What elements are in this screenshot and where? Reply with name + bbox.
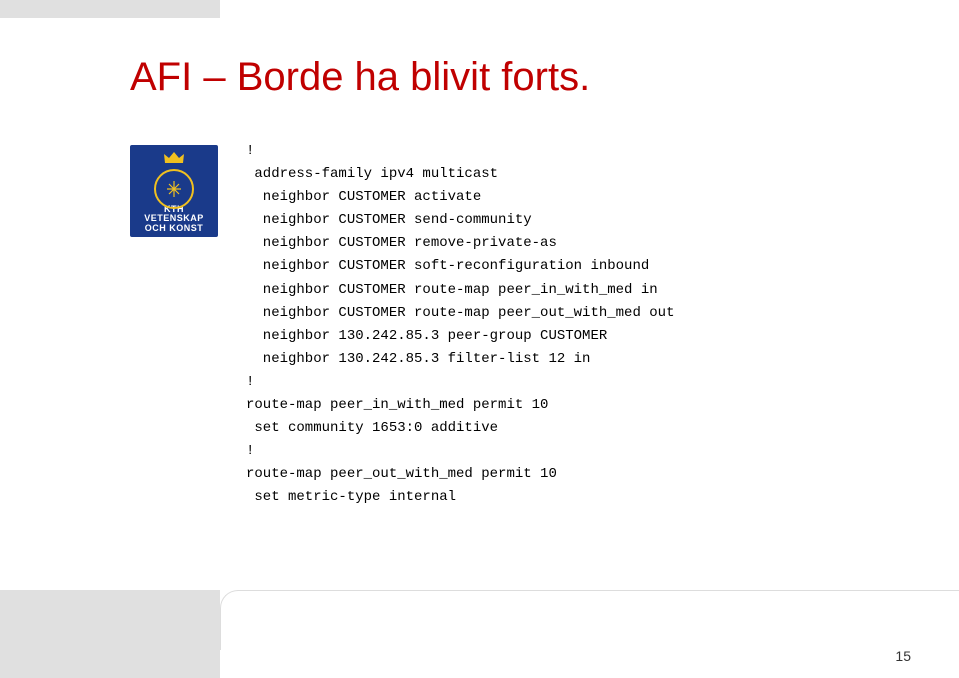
- page-number: 15: [895, 648, 911, 664]
- kth-text-3: OCH KONST: [144, 224, 204, 233]
- page-title: AFI – Borde ha blivit forts.: [130, 55, 590, 100]
- footer-left-fill: [0, 590, 220, 678]
- kth-logo-bg: KTH VETENSKAP OCH KONST: [130, 145, 218, 237]
- top-left-bar: [0, 0, 220, 18]
- kth-logo: KTH VETENSKAP OCH KONST: [130, 145, 218, 237]
- config-code-block: ! address-family ipv4 multicast neighbor…: [246, 140, 674, 510]
- crown-icon: [163, 151, 185, 165]
- wreath-icon: [154, 169, 194, 209]
- footer-panel: [220, 590, 959, 650]
- slide: AFI – Borde ha blivit forts. KTH VETENSK…: [0, 0, 959, 678]
